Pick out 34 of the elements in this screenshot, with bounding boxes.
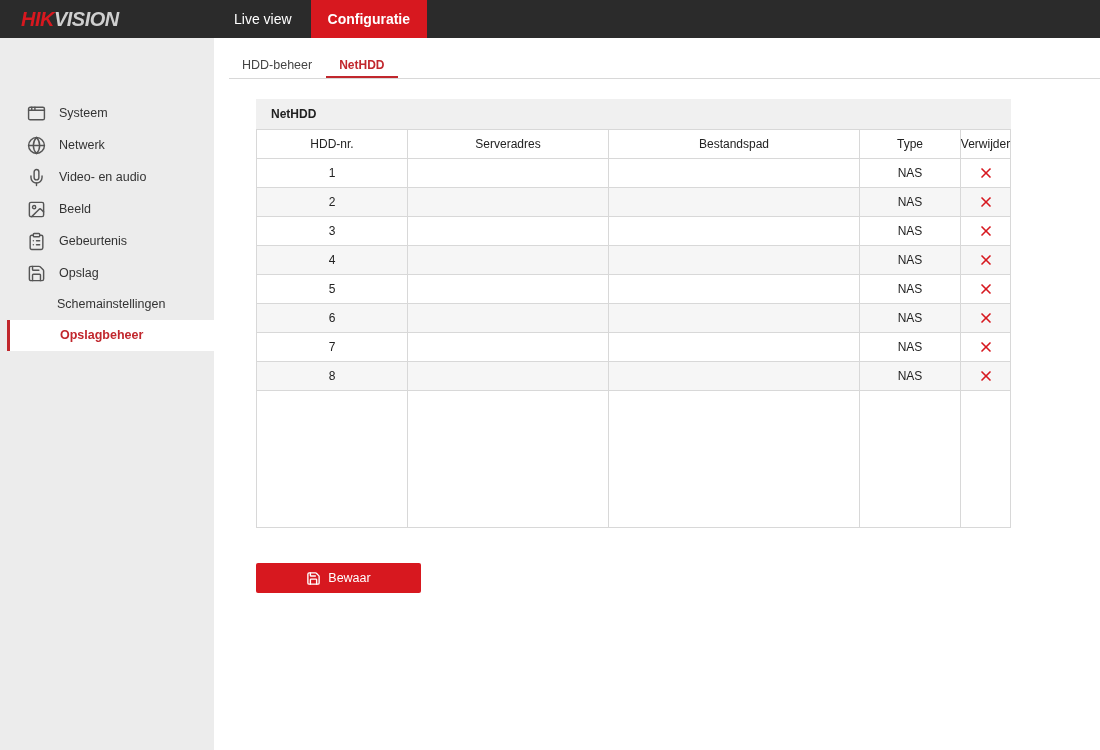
save-button[interactable]: Bewaar (256, 563, 421, 593)
column-header: Serveradres (408, 130, 609, 158)
tab[interactable]: NetHDD (326, 53, 398, 78)
sidebar-icon (27, 103, 46, 123)
sidebar-item[interactable]: Systeem (0, 97, 214, 129)
sidebar-icon (27, 199, 46, 219)
column-header: Verwijder (961, 130, 1011, 158)
column-header: Bestandspad (609, 130, 860, 158)
sidebar-icon (27, 135, 46, 155)
sidebar-subitem[interactable]: Schemainstellingen (0, 289, 214, 320)
column-header: Type (860, 130, 961, 158)
column-header: HDD-nr. (257, 130, 408, 158)
sidebar-item[interactable]: Netwerk (0, 129, 214, 161)
table-cell: 6 (257, 304, 408, 332)
sidebar-item[interactable]: Video- en audio (0, 161, 214, 193)
logo: HIKVISION (20, 7, 121, 32)
section-title: NetHDD (256, 99, 1011, 129)
sidebar-icon (27, 263, 46, 283)
table-cell: NAS (860, 304, 961, 332)
table-cell: 2 (257, 188, 408, 216)
sidebar-subitem[interactable]: Opslagbeheer (7, 320, 214, 351)
table-cell: NAS (860, 188, 961, 216)
sidebar-item[interactable]: Gebeurtenis (0, 225, 214, 257)
sidebar-icon (27, 231, 46, 251)
table-cell: NAS (860, 362, 961, 390)
table-cell: 4 (257, 246, 408, 274)
sidebar-icon (27, 167, 46, 187)
nav-tab[interactable]: Configuratie (310, 0, 428, 38)
sidebar-item[interactable]: Beeld (0, 193, 214, 225)
sidebar-item[interactable]: Opslag (0, 257, 214, 289)
tab[interactable]: HDD-beheer (229, 53, 326, 78)
table-cell: 8 (257, 362, 408, 390)
table-cell: NAS (860, 246, 961, 274)
nav-tab[interactable]: Live view (215, 0, 311, 38)
